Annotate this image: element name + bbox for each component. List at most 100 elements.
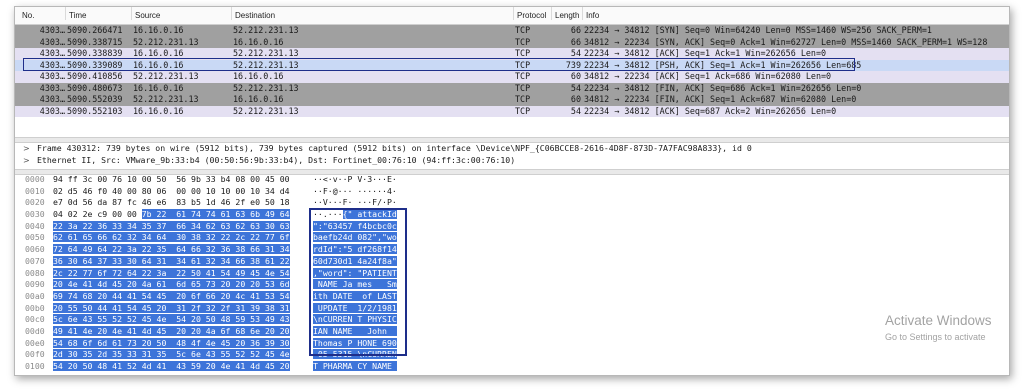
packet-time: 5090.339089 xyxy=(67,59,123,70)
byte-offset: 00c0 xyxy=(25,314,45,325)
byte-row[interactable]: 0090 20 4e 41 4d 45 20 4a 61 6d 65 73 20 … xyxy=(15,279,1009,291)
byte-hex: 62 61 65 66 62 32 34 64 30 38 32 22 2c 2… xyxy=(53,232,290,244)
packet-length: 739 xyxy=(565,59,581,70)
byte-hex: 54 20 50 48 41 52 4d 41 43 59 20 4e 41 4… xyxy=(53,361,290,373)
byte-ascii-highlighted: IAN NAME John xyxy=(313,325,397,336)
packet-source: 16.16.0.16 xyxy=(133,82,184,93)
byte-hex: 02 d5 46 f0 40 00 80 06 00 00 10 10 00 1… xyxy=(53,186,290,198)
byte-rows: 0000 94 ff 3c 00 76 10 00 50 56 9b 33 b4 … xyxy=(15,174,1009,373)
byte-ascii-plain: ··.··· xyxy=(313,209,343,220)
packet-destination: 52.212.231.13 xyxy=(233,25,299,35)
packet-protocol: TCP xyxy=(515,25,531,35)
packet-protocol: TCP xyxy=(515,36,531,47)
packet-row[interactable]: 4303… 5090.552103 16.16.0.16 52.212.231.13 T… xyxy=(15,105,1009,117)
packet-length: 54 xyxy=(570,105,581,116)
packet-row[interactable]: 4303… 5090.338839 16.16.0.16 52.212.231.13 T… xyxy=(15,48,1009,60)
byte-offset: 0090 xyxy=(25,279,45,290)
packet-time: 5090.410856 xyxy=(67,71,123,81)
byte-hex-highlighted: 54 20 50 48 41 52 4d 41 43 59 20 4e 41 4… xyxy=(53,361,290,371)
packet-no: 4303… xyxy=(39,48,65,58)
byte-row[interactable]: 0000 94 ff 3c 00 76 10 00 50 56 9b 33 b4 … xyxy=(15,174,1009,186)
byte-row[interactable]: 00d0 49 41 4e 20 4e 41 4d 45 20 20 4a 6f … xyxy=(15,325,1009,338)
packet-row[interactable]: 4303… 5090.552039 52.212.231.13 16.16.0.16 T… xyxy=(15,94,1009,106)
byte-row[interactable]: 00e0 54 68 6f 6d 61 73 20 50 48 4f 4e 45 … xyxy=(15,337,1009,350)
byte-row[interactable]: 0010 02 d5 46 f0 40 00 80 06 00 00 10 10 … xyxy=(15,186,1009,198)
byte-offset: 00d0 xyxy=(25,325,45,336)
packet-row[interactable]: 4303… 5090.480673 16.16.0.16 52.212.231.13 T… xyxy=(15,82,1009,94)
byte-offset: 00e0 xyxy=(25,337,45,348)
byte-row[interactable]: 0030 04 02 2e c9 00 00 7b 22 61 74 74 61 … xyxy=(15,209,1009,221)
packet-protocol: TCP xyxy=(515,94,531,104)
byte-offset: 00a0 xyxy=(25,290,45,301)
packet-source: 16.16.0.16 xyxy=(133,59,184,70)
byte-ascii: ,"word": "PATIENT xyxy=(313,267,397,280)
col-header-info[interactable]: Info xyxy=(582,7,599,20)
byte-row[interactable]: 0100 54 20 50 48 41 52 4d 41 43 59 20 4e … xyxy=(15,361,1009,373)
col-header-destination[interactable]: Destination xyxy=(231,7,275,20)
packet-info: 22234 → 34812 [ACK] Seq=1 Ack=1 Win=2626… xyxy=(584,48,827,58)
col-header-length[interactable]: Length xyxy=(551,7,579,20)
col-header-protocol[interactable]: Protocol xyxy=(513,7,546,20)
packet-destination: 16.16.0.16 xyxy=(233,94,284,104)
byte-ascii: ":"63457 f4bcbc0c xyxy=(313,220,397,233)
byte-row[interactable]: 0060 72 64 49 64 22 3a 22 35 64 66 32 36 … xyxy=(15,244,1009,256)
byte-hex-highlighted: 7b 22 61 74 74 61 63 6b 49 64 xyxy=(141,209,290,220)
byte-hex-plain: 04 02 2e c9 00 00 xyxy=(53,209,142,220)
packet-time: 5090.266471 xyxy=(67,25,123,35)
byte-row[interactable]: 00f0 2d 30 35 2d 35 33 31 35 5c 6e 43 55 … xyxy=(15,349,1009,361)
byte-ascii: UPDATE 1/2/1981 xyxy=(313,302,397,315)
byte-hex-highlighted: 5c 6e 43 55 52 52 45 4e 54 20 50 48 59 5… xyxy=(53,314,290,325)
byte-ascii: ··.···{" attackId xyxy=(313,209,397,221)
packet-length: 60 xyxy=(570,71,581,81)
detail-ethernet-text: Ethernet II, Src: VMware_9b:33:b4 (00:50… xyxy=(37,154,516,165)
byte-hex: 72 64 49 64 22 3a 22 35 64 66 32 36 38 6… xyxy=(53,244,290,256)
packet-source: 16.16.0.16 xyxy=(133,25,184,35)
packet-info: 34812 → 22234 [ACK] Seq=1 Ack=686 Win=62… xyxy=(584,71,832,81)
packet-protocol: TCP xyxy=(515,59,531,70)
byte-hex: 94 ff 3c 00 76 10 00 50 56 9b 33 b4 08 0… xyxy=(53,174,290,186)
byte-row[interactable]: 00c0 5c 6e 43 55 52 52 45 4e 54 20 50 48 … xyxy=(15,314,1009,326)
packet-time: 5090.480673 xyxy=(67,82,123,93)
byte-hex: 2d 30 35 2d 35 33 31 35 5c 6e 43 55 52 5… xyxy=(53,349,290,361)
packet-source: 52.212.231.13 xyxy=(133,36,199,47)
byte-ascii: -05-5315 \nCURREN xyxy=(313,349,397,361)
col-header-no[interactable]: No. xyxy=(19,7,34,20)
packet-no: 4303… xyxy=(39,36,65,47)
col-header-time[interactable]: Time xyxy=(65,7,86,20)
packet-info: 22234 → 34812 [SYN] Seq=0 Win=64240 Len=… xyxy=(584,25,932,35)
packet-length: 54 xyxy=(570,82,581,93)
byte-row[interactable]: 00b0 20 55 50 44 41 54 45 20 31 2f 32 2f … xyxy=(15,302,1009,315)
byte-ascii: rdId":"5 df268f14 xyxy=(313,244,397,256)
detail-ethernet-row[interactable]: > Ethernet II, Src: VMware_9b:33:b4 (00:… xyxy=(15,155,1009,167)
byte-row[interactable]: 0070 36 30 64 37 33 30 64 31 34 61 32 34 … xyxy=(15,255,1009,268)
byte-row[interactable]: 0050 62 61 65 66 62 32 34 64 30 38 32 22 … xyxy=(15,232,1009,244)
byte-ascii: ··F·@··· ······4· xyxy=(313,186,397,198)
expand-arrow-icon[interactable]: > xyxy=(23,155,30,167)
byte-hex: 36 30 64 37 33 30 64 31 34 61 32 34 66 3… xyxy=(53,255,290,268)
packet-destination: 52.212.231.13 xyxy=(233,59,299,70)
byte-offset: 0050 xyxy=(25,232,45,243)
expand-arrow-icon[interactable]: > xyxy=(23,143,30,155)
byte-row[interactable]: 0080 2c 22 77 6f 72 64 22 3a 22 50 41 54 … xyxy=(15,267,1009,280)
col-header-source[interactable]: Source xyxy=(131,7,160,20)
byte-row[interactable]: 00a0 69 74 68 20 44 41 54 45 20 6f 66 20 … xyxy=(15,290,1009,303)
byte-row[interactable]: 0020 e7 0d 56 da 87 fc 46 e6 83 b5 1d 46 … xyxy=(15,197,1009,209)
byte-row[interactable]: 0040 22 3a 22 36 33 34 35 37 66 34 62 63 … xyxy=(15,220,1009,233)
byte-ascii-highlighted: NAME Ja mes Sm xyxy=(313,279,397,290)
byte-hex-highlighted: 72 64 49 64 22 3a 22 35 64 66 32 36 38 6… xyxy=(53,244,290,255)
byte-ascii-plain: ··V···F· ···F/·P· xyxy=(313,197,397,208)
byte-ascii-highlighted: ,"word": "PATIENT xyxy=(313,267,397,278)
packet-list[interactable]: No. Time Source Destination Protocol Len… xyxy=(15,7,1009,135)
packet-row[interactable]: 4303… 5090.339089 16.16.0.16 52.212.231.13 T… xyxy=(15,59,1009,71)
byte-offset: 0000 xyxy=(25,174,45,184)
packet-row[interactable]: 4303… 5090.338715 52.212.231.13 16.16.0.16 T… xyxy=(15,36,1009,48)
packet-length: 60 xyxy=(570,94,581,104)
byte-offset: 00f0 xyxy=(25,349,45,360)
detail-frame-row[interactable]: > Frame 430312: 739 bytes on wire (5912 … xyxy=(15,143,1009,155)
packet-time: 5090.338715 xyxy=(67,36,123,47)
packet-no: 4303… xyxy=(39,71,65,81)
packet-row[interactable]: 4303… 5090.410856 52.212.231.13 16.16.0.16 T… xyxy=(15,71,1009,83)
packet-row[interactable]: 4303… 5090.266471 16.16.0.16 52.212.231.13 T… xyxy=(15,25,1009,37)
byte-hex: e7 0d 56 da 87 fc 46 e6 83 b5 1d 46 2f e… xyxy=(53,197,290,209)
byte-ascii-highlighted: ":"63457 f4bcbc0c xyxy=(313,220,397,231)
